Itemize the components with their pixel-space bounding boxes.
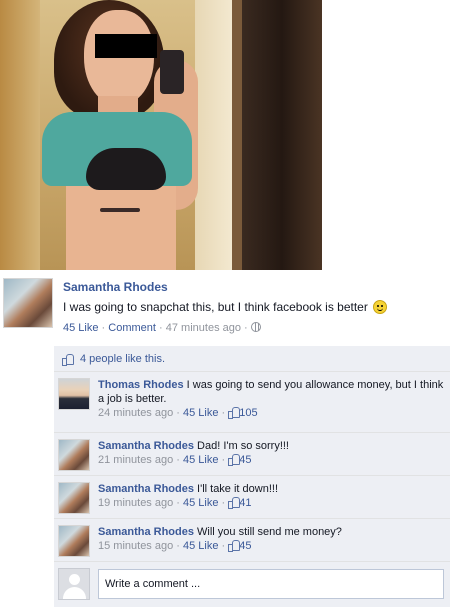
- commenter-avatar[interactable]: [58, 482, 90, 514]
- comment-like-count[interactable]: 45: [239, 454, 251, 466]
- comment-author[interactable]: Thomas Rhodes: [98, 379, 184, 391]
- meta-separator: ·: [159, 322, 166, 334]
- commenter-avatar[interactable]: [58, 378, 90, 410]
- comment-like-link[interactable]: 45 Like: [183, 407, 218, 419]
- author-avatar[interactable]: [3, 278, 53, 328]
- comment-item: Samantha Rhodes Dad! I'm so sorry!!! 21 …: [54, 433, 450, 476]
- censor-bar: [95, 34, 157, 58]
- post-status-text: I was going to snapchat this, but I thin…: [63, 300, 388, 314]
- commenter-avatar[interactable]: [58, 439, 90, 471]
- comment-body: Samantha Rhodes Dad! I'm so sorry!!! 21 …: [98, 439, 444, 467]
- comment-text: I'll take it down!!!: [197, 483, 279, 495]
- comment-time[interactable]: 19 minutes ago: [98, 497, 173, 509]
- post-like-link[interactable]: 45 Like: [63, 322, 98, 334]
- comment-like-count[interactable]: 41: [239, 497, 251, 509]
- photo-wall: [0, 0, 40, 270]
- photo-clothing: [86, 148, 166, 190]
- comment-body: Thomas Rhodes I was going to send you al…: [98, 378, 444, 420]
- photo-tattoo: [100, 208, 140, 212]
- thumbs-up-icon: [62, 354, 75, 366]
- meta-separator: ·: [244, 322, 251, 334]
- viewer-avatar: [58, 568, 90, 600]
- comment-item: Samantha Rhodes I'll take it down!!! 19 …: [54, 476, 450, 519]
- photo-phone: [160, 50, 184, 94]
- thumbs-up-icon: [228, 497, 241, 509]
- photo-face: [84, 10, 154, 106]
- smiley-icon: [373, 300, 388, 314]
- comment-text: Will you still send me money?: [197, 526, 342, 538]
- comment-time[interactable]: 24 minutes ago: [98, 407, 173, 419]
- likes-summary-row: 4 people like this.: [54, 346, 450, 372]
- likes-summary[interactable]: 4 people like this.: [80, 353, 165, 365]
- comment-time[interactable]: 21 minutes ago: [98, 454, 173, 466]
- comment-input[interactable]: Write a comment ...: [98, 569, 444, 599]
- post-timestamp[interactable]: 47 minutes ago: [166, 322, 241, 334]
- comment-like-count[interactable]: 45: [239, 540, 251, 552]
- post-status-body: I was going to snapchat this, but I thin…: [63, 300, 368, 314]
- photo-door: [195, 0, 235, 270]
- comment-author[interactable]: Samantha Rhodes: [98, 526, 194, 538]
- post-header: Samantha Rhodes I was going to snapchat …: [0, 276, 450, 336]
- thumbs-up-icon: [228, 540, 241, 552]
- thumbs-up-icon: [228, 454, 241, 466]
- commenter-avatar[interactable]: [58, 525, 90, 557]
- comment-author[interactable]: Samantha Rhodes: [98, 483, 194, 495]
- post-author-name[interactable]: Samantha Rhodes: [63, 280, 168, 294]
- thumbs-up-icon: [228, 407, 241, 419]
- post-photo[interactable]: [0, 0, 322, 270]
- post-comment-link[interactable]: Comment: [108, 322, 156, 334]
- post-meta: 45 Like · Comment · 47 minutes ago ·: [63, 322, 261, 334]
- comment-body: Samantha Rhodes Will you still send me m…: [98, 525, 444, 553]
- comment-meta: 19 minutes ago · 45 Like · 41: [98, 497, 252, 509]
- comment-body: Samantha Rhodes I'll take it down!!! 19 …: [98, 482, 444, 510]
- comment-like-count[interactable]: 105: [239, 407, 257, 419]
- write-comment-row: Write a comment ...: [54, 562, 450, 607]
- photo-door-frame: [232, 0, 242, 270]
- comments-box: 4 people like this. Thomas Rhodes I was …: [54, 346, 450, 607]
- comment-item: Samantha Rhodes Will you still send me m…: [54, 519, 450, 562]
- comment-time[interactable]: 15 minutes ago: [98, 540, 173, 552]
- comment-like-link[interactable]: 45 Like: [183, 540, 218, 552]
- comment-meta: 24 minutes ago · 45 Like · 105: [98, 407, 258, 419]
- comment-meta: 21 minutes ago · 45 Like · 45: [98, 454, 252, 466]
- globe-icon[interactable]: [250, 322, 261, 332]
- comment-meta: 15 minutes ago · 45 Like · 45: [98, 540, 252, 552]
- comment-item: Thomas Rhodes I was going to send you al…: [54, 372, 450, 433]
- comment-like-link[interactable]: 45 Like: [183, 454, 218, 466]
- comment-author[interactable]: Samantha Rhodes: [98, 440, 194, 452]
- comment-like-link[interactable]: 45 Like: [183, 497, 218, 509]
- comment-text: Dad! I'm so sorry!!!: [197, 440, 289, 452]
- photo-curtain: [242, 0, 322, 270]
